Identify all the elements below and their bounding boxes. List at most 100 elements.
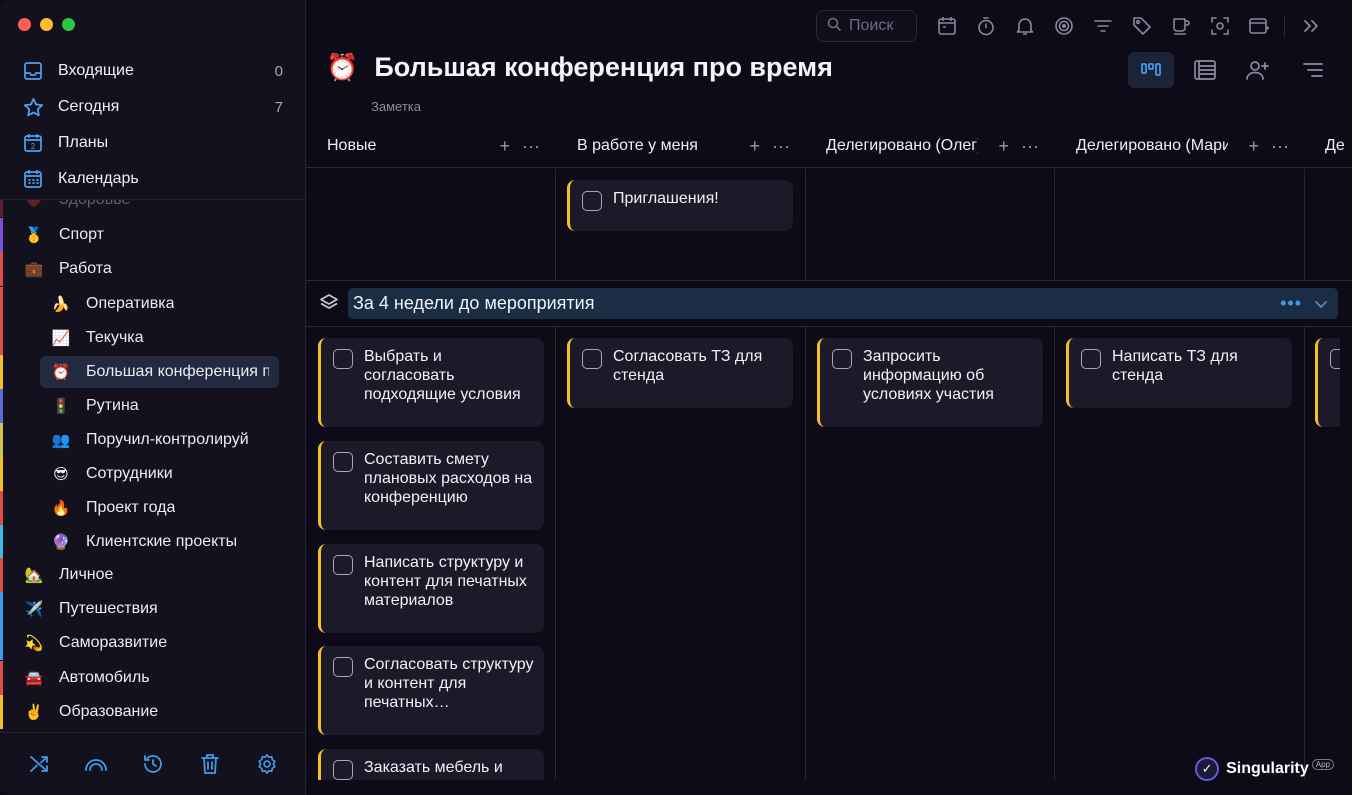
- column-header-delegated-oleg[interactable]: Делегировано (Олег) + ···: [826, 124, 1055, 168]
- column-header-delegated-maria[interactable]: Делегировано (Мария) + ···: [1076, 124, 1305, 168]
- task-card[interactable]: Выбрать и согласовать подходящие условия: [318, 338, 544, 427]
- kanban-view-icon[interactable]: [1128, 52, 1174, 88]
- nav-inbox[interactable]: Входящие 0: [0, 53, 305, 89]
- scan-icon[interactable]: [1200, 9, 1239, 43]
- project-label: Сотрудники: [86, 465, 173, 482]
- layers-icon[interactable]: [319, 293, 339, 318]
- page-note[interactable]: Заметка: [371, 99, 421, 114]
- project-item-travel[interactable]: ✈️ Путешествия: [0, 592, 305, 626]
- task-checkbox[interactable]: [582, 191, 602, 211]
- add-task-icon[interactable]: +: [999, 136, 1010, 157]
- more-dots-icon[interactable]: ···: [1271, 136, 1289, 157]
- task-card[interactable]: Согласовать структуру и контент для печа…: [318, 646, 544, 735]
- toolbar-separator: [1284, 15, 1285, 37]
- list-view-icon[interactable]: [1182, 52, 1228, 88]
- add-task-icon[interactable]: +: [1249, 136, 1260, 157]
- nav-today[interactable]: Сегодня 7: [0, 89, 305, 125]
- calendar-icon[interactable]: [927, 9, 966, 43]
- task-card[interactable]: Написать структуру и контент для печатны…: [318, 544, 544, 633]
- filter-icon[interactable]: [1083, 9, 1122, 43]
- window-icon[interactable]: [1239, 9, 1278, 43]
- house-icon: 🏡: [24, 567, 44, 584]
- task-card[interactable]: Согласовать ТЗ для стенда: [567, 338, 793, 408]
- project-item-health[interactable]: ❤️ Здоровье: [0, 200, 305, 217]
- add-task-icon[interactable]: +: [750, 136, 761, 157]
- project-label: Большая конференция про время: [86, 363, 269, 380]
- more-dots-icon[interactable]: ···: [1021, 136, 1039, 157]
- briefcase-icon: 💼: [24, 261, 44, 278]
- column-header-partial[interactable]: Де: [1325, 124, 1352, 168]
- project-item-tekuchka[interactable]: 📈 Текучка: [0, 321, 305, 355]
- calendar-grid-icon: [22, 168, 44, 190]
- task-card[interactable]: Составить смету плановых расходов на кон…: [318, 441, 544, 530]
- rainbow-icon[interactable]: [84, 752, 108, 776]
- task-checkbox[interactable]: [333, 349, 353, 369]
- bell-icon[interactable]: [1005, 9, 1044, 43]
- coffee-icon[interactable]: [1161, 9, 1200, 43]
- task-checkbox[interactable]: [832, 349, 852, 369]
- project-item-operativka[interactable]: 🍌 Оперативка: [0, 287, 305, 321]
- project-item-routine[interactable]: 🚦 Рутина: [0, 389, 305, 423]
- project-item-education[interactable]: ✌️ Образование: [0, 695, 305, 729]
- focus-icon[interactable]: [1044, 9, 1083, 43]
- task-card[interactable]: Запросить информацию об условиях участия: [817, 338, 1043, 427]
- project-item-work[interactable]: 💼 Работа: [0, 252, 305, 286]
- more-dots-icon[interactable]: ···: [772, 136, 790, 157]
- project-item-delegate[interactable]: 👥 Поручил-контролируй: [0, 423, 305, 457]
- project-color-bar: [0, 558, 3, 592]
- task-card[interactable]: Написать ТЗ для стенда: [1066, 338, 1292, 408]
- close-window-button[interactable]: [18, 18, 31, 31]
- add-person-icon[interactable]: [1236, 52, 1282, 88]
- project-item-car[interactable]: 🚘 Автомобиль: [0, 661, 305, 695]
- column-header-new[interactable]: Новые + ···: [327, 124, 556, 168]
- chevron-down-icon[interactable]: [1314, 293, 1328, 314]
- project-color-bar: [0, 423, 3, 457]
- project-label: Личное: [59, 566, 114, 583]
- add-task-icon[interactable]: +: [500, 136, 511, 157]
- search-icon: [827, 17, 841, 36]
- task-checkbox[interactable]: [333, 657, 353, 677]
- project-item-sport[interactable]: 🥇 Спорт: [0, 218, 305, 252]
- column-divider: [1304, 169, 1305, 281]
- minimize-window-button[interactable]: [40, 18, 53, 31]
- trash-icon[interactable]: [198, 752, 222, 776]
- column-title: Делегировано (Мария): [1076, 137, 1228, 154]
- task-checkbox[interactable]: [1081, 349, 1101, 369]
- inbox-icon: [22, 60, 44, 82]
- task-checkbox[interactable]: [1330, 349, 1340, 369]
- task-checkbox[interactable]: [333, 452, 353, 472]
- column-header-in-progress[interactable]: В работе у меня + ···: [577, 124, 806, 168]
- nav-plans[interactable]: 2 Планы: [0, 125, 305, 161]
- project-item-year-project[interactable]: 🔥 Проект года: [0, 491, 305, 525]
- task-checkbox[interactable]: [333, 555, 353, 575]
- task-card[interactable]: Заказать мебель и: [318, 749, 544, 780]
- tag-icon[interactable]: [1122, 9, 1161, 43]
- task-checkbox[interactable]: [582, 349, 602, 369]
- page-title[interactable]: Большая конференция про время: [374, 52, 833, 83]
- task-card-partial[interactable]: [1315, 338, 1340, 427]
- section-title[interactable]: За 4 недели до мероприятия: [353, 293, 594, 314]
- timer-icon[interactable]: [966, 9, 1005, 43]
- project-item-self-dev[interactable]: 💫 Саморазвитие: [0, 626, 305, 660]
- project-label: Саморазвитие: [59, 634, 168, 651]
- project-item-personal[interactable]: 🏡 Личное: [0, 558, 305, 592]
- section-header[interactable]: За 4 недели до мероприятия •••: [348, 288, 1338, 319]
- expand-icon[interactable]: [1291, 9, 1330, 43]
- project-item-employees[interactable]: 😎 Сотрудники: [0, 457, 305, 491]
- history-icon[interactable]: [141, 752, 165, 776]
- column-actions: + ···: [500, 136, 541, 157]
- airplane-icon: ✈️: [24, 601, 44, 618]
- shuffle-icon[interactable]: [27, 752, 51, 776]
- zoom-window-button[interactable]: [62, 18, 75, 31]
- task-title: Написать ТЗ для стенда: [1112, 348, 1238, 384]
- settings-icon[interactable]: [255, 752, 279, 776]
- project-item-conference[interactable]: ⏰ Большая конференция про время: [0, 355, 305, 389]
- task-checkbox[interactable]: [333, 760, 353, 780]
- task-card[interactable]: Приглашения!: [567, 180, 793, 231]
- nav-calendar[interactable]: Календарь: [0, 161, 305, 197]
- search-input[interactable]: Поиск: [816, 10, 917, 42]
- sort-icon[interactable]: [1290, 52, 1336, 88]
- project-item-clients[interactable]: 🔮 Клиентские проекты: [0, 525, 305, 559]
- more-dots-icon[interactable]: ···: [522, 136, 540, 157]
- section-more-dots-icon[interactable]: •••: [1280, 293, 1302, 314]
